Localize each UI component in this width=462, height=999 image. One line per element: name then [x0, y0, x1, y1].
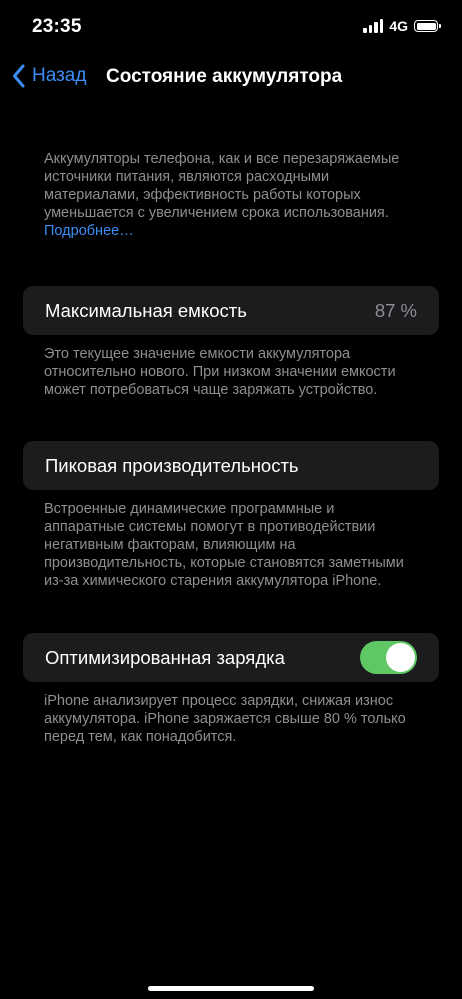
- optimized-charging-label: Оптимизированная зарядка: [45, 647, 285, 668]
- max-capacity-cell: Максимальная емкость 87 %: [23, 286, 439, 335]
- max-capacity-label: Максимальная емкость: [45, 300, 247, 321]
- navigation-bar: Назад Состояние аккумулятора: [0, 60, 462, 100]
- network-type: 4G: [389, 18, 408, 34]
- back-label: Назад: [32, 65, 87, 86]
- learn-more-link[interactable]: Подробнее…: [44, 223, 134, 239]
- peak-performance-cell: Пиковая производительность: [23, 441, 439, 490]
- toggle-knob: [386, 643, 415, 672]
- intro-text: Аккумуляторы телефона, как и все перезар…: [44, 151, 400, 221]
- status-indicators: 4G: [363, 18, 441, 34]
- optimized-charging-note: iPhone анализирует процесс зарядки, сниж…: [44, 693, 406, 745]
- optimized-charging-cell: Оптимизированная зарядка: [23, 633, 439, 682]
- chevron-left-icon: [13, 64, 25, 88]
- status-time: 23:35: [32, 16, 82, 37]
- max-capacity-note: Это текущее значение емкости аккумулятор…: [44, 346, 396, 398]
- peak-performance-label: Пиковая производительность: [45, 455, 299, 476]
- back-button[interactable]: Назад: [12, 64, 86, 88]
- page-title: Состояние аккумулятора: [106, 66, 343, 87]
- status-bar: 23:35 4G: [0, 0, 462, 56]
- intro-description: Аккумуляторы телефона, как и все перезар…: [44, 150, 414, 240]
- optimized-charging-toggle[interactable]: [360, 641, 417, 674]
- max-capacity-value: 87 %: [374, 300, 417, 321]
- peak-performance-note: Встроенные динамические программные и ап…: [44, 501, 404, 589]
- home-indicator[interactable]: [148, 986, 314, 991]
- cellular-signal-icon: [363, 19, 384, 33]
- battery-icon: [414, 20, 441, 32]
